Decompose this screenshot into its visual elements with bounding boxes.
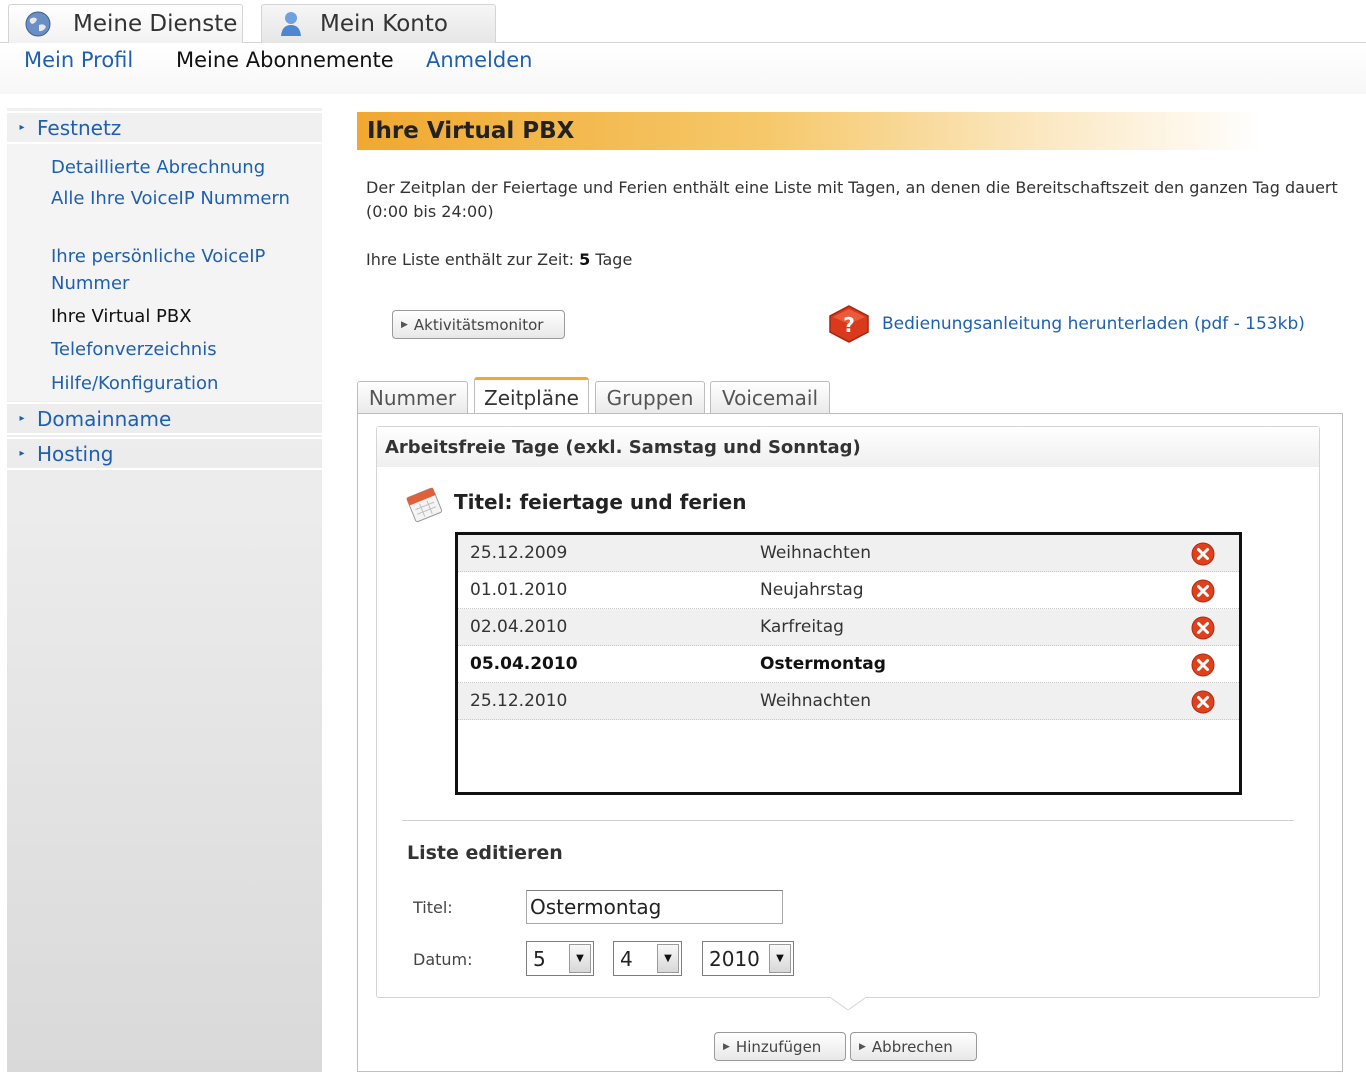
tab-zeitplaene[interactable]: Zeitpläne: [474, 377, 589, 415]
row-date: 25.12.2009: [470, 543, 568, 563]
aktivitaetsmonitor-button[interactable]: ▶ Aktivitätsmonitor: [392, 310, 565, 339]
tab-label: Meine Dienste: [73, 11, 238, 37]
tab-meine-dienste[interactable]: Meine Dienste: [8, 4, 243, 43]
tab-mein-konto[interactable]: Mein Konto: [261, 4, 496, 43]
divider: [402, 820, 1294, 821]
svg-text:?: ?: [843, 313, 855, 337]
tab-gruppen[interactable]: Gruppen: [595, 381, 705, 414]
arrow-right-icon: ▶: [723, 1041, 730, 1052]
arrow-right-icon: ▸: [19, 122, 25, 133]
table-row[interactable]: 01.01.2010 Neujahrstag: [458, 572, 1239, 609]
tab-label: Mein Konto: [320, 11, 448, 37]
table-row[interactable]: 25.12.2009 Weihnachten: [458, 535, 1239, 572]
edit-heading: Liste editieren: [407, 842, 563, 864]
delete-icon[interactable]: [1191, 542, 1215, 566]
row-name: Weihnachten: [760, 691, 871, 711]
row-date: 02.04.2010: [470, 617, 568, 637]
sidebar-item-telefonverzeichnis[interactable]: Telefonverzeichnis: [51, 336, 311, 363]
sidebar-item-hosting[interactable]: ▸ Hosting: [7, 437, 322, 470]
arrow-right-icon: ▶: [859, 1041, 866, 1052]
sub-navigation: Mein Profil Meine Abonnemente Anmelden: [0, 44, 1366, 94]
list-count: Ihre Liste enthält zur Zeit: 5 Tage: [366, 250, 633, 269]
year-select[interactable]: 2010 ▼: [702, 941, 794, 976]
notch-decoration: [831, 990, 865, 1010]
row-name: Karfreitag: [760, 617, 844, 637]
sidebar-item-virtual-pbx[interactable]: Ihre Virtual PBX: [51, 303, 311, 330]
user-icon: [276, 9, 306, 39]
date-label: Datum:: [413, 950, 473, 969]
row-name: Ostermontag: [760, 654, 886, 674]
link-meine-abonnemente[interactable]: Meine Abonnemente: [176, 48, 394, 72]
calendar-icon: [406, 487, 443, 523]
holiday-list: 25.12.2009 Weihnachten 01.01.2010 Neujah…: [455, 532, 1242, 795]
month-select[interactable]: 4 ▼: [613, 941, 682, 976]
arrow-right-icon: ▸: [19, 448, 25, 459]
delete-icon[interactable]: [1191, 653, 1215, 677]
row-name: Weihnachten: [760, 543, 871, 563]
sidebar-item-domainname[interactable]: ▸ Domainname: [7, 402, 322, 435]
table-row[interactable]: 02.04.2010 Karfreitag: [458, 609, 1239, 646]
delete-icon[interactable]: [1191, 690, 1215, 714]
link-anmelden[interactable]: Anmelden: [426, 48, 532, 72]
chevron-down-icon[interactable]: ▼: [569, 944, 591, 973]
sidebar: ▸ Festnetz Detaillierte Abrechnung Alle …: [7, 108, 322, 1072]
delete-icon[interactable]: [1191, 579, 1215, 603]
arrow-right-icon: ▸: [19, 413, 25, 424]
delete-icon[interactable]: [1191, 616, 1215, 640]
tab-voicemail[interactable]: Voicemail: [710, 381, 830, 414]
schedule-title: Titel: feiertage und ferien: [400, 480, 746, 524]
sidebar-item-hilfe[interactable]: Hilfe/Konfiguration: [51, 370, 311, 397]
abbrechen-button[interactable]: ▶ Abbrechen: [850, 1032, 977, 1061]
sidebar-item-festnetz[interactable]: ▸ Festnetz: [7, 111, 322, 144]
intro-text: Der Zeitplan der Feiertage und Ferien en…: [366, 178, 1338, 221]
top-tab-bar: Meine Dienste Mein Konto: [0, 0, 1366, 43]
row-date: 05.04.2010: [470, 654, 578, 674]
page-title: Ihre Virtual PBX: [357, 112, 1262, 150]
table-row[interactable]: 25.12.2010 Weihnachten: [458, 683, 1239, 720]
tab-nummer[interactable]: Nummer: [357, 381, 468, 414]
arrow-right-icon: ▶: [401, 319, 408, 330]
row-name: Neujahrstag: [760, 580, 864, 600]
row-date: 25.12.2010: [470, 691, 568, 711]
link-mein-profil[interactable]: Mein Profil: [24, 48, 133, 72]
title-label: Titel:: [413, 898, 453, 917]
sidebar-item-abrechnung[interactable]: Detaillierte Abrechnung: [51, 154, 311, 181]
help-download-link[interactable]: ? Bedienungsanleitung herunterladen (pdf…: [826, 304, 1305, 344]
globe-icon: [23, 9, 53, 39]
hinzufuegen-button[interactable]: ▶ Hinzufügen: [714, 1032, 846, 1061]
chevron-down-icon[interactable]: ▼: [769, 944, 791, 973]
help-icon: ?: [829, 305, 869, 343]
chevron-down-icon[interactable]: ▼: [657, 944, 679, 973]
sidebar-item-voiceip-nummern[interactable]: Alle Ihre VoiceIP Nummern: [51, 185, 311, 212]
row-date: 01.01.2010: [470, 580, 568, 600]
schedule-heading: Arbeitsfreie Tage (exkl. Samstag und Son…: [377, 427, 1319, 467]
table-row-selected[interactable]: 05.04.2010 Ostermontag: [458, 646, 1239, 683]
title-input[interactable]: [526, 890, 783, 924]
day-select[interactable]: 5 ▼: [526, 941, 594, 976]
sidebar-item-persoenliche-nummer[interactable]: Ihre persönliche VoiceIP Nummer: [51, 243, 311, 297]
